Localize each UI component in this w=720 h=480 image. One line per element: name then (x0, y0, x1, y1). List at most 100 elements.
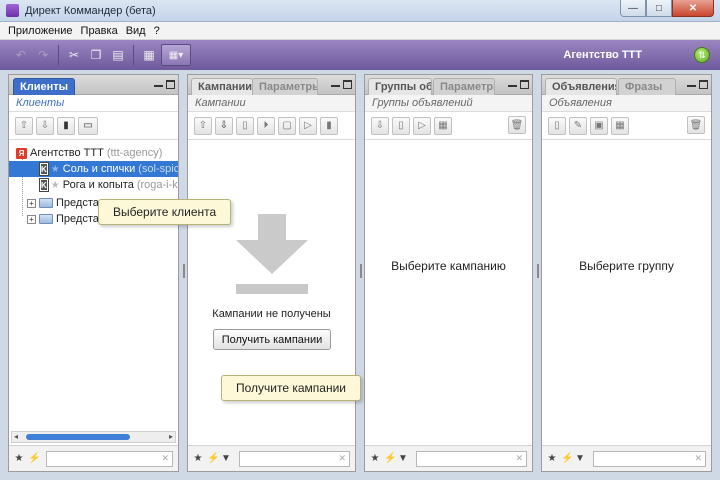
get-campaigns-button[interactable]: Получить кампании (213, 329, 331, 350)
campaigns-search-input[interactable]: ✕ (239, 450, 350, 467)
delete-icon[interactable]: 🗑 (508, 116, 526, 134)
clients-panel: Клиенты Клиенты ⇧ ⇩ ▮ ▭ Я Агентство ТТТ … (8, 74, 179, 472)
redo-icon[interactable]: ↷ (32, 44, 54, 66)
tab-phrases[interactable]: Фразы (618, 78, 676, 95)
panel-minimize-icon[interactable] (508, 80, 517, 87)
tree-node-agency[interactable]: Я Агентство ТТТ (ttt-agency) (9, 145, 178, 161)
campaigns-panel-header: Кампании Параметры (188, 75, 355, 95)
menu-view[interactable]: Вид (122, 25, 150, 37)
download-icon[interactable]: ⇩ (215, 116, 233, 135)
lightning-filter-icon[interactable]: ⚡ (28, 453, 40, 464)
ads-body: Выберите группу (542, 142, 711, 445)
download-icon[interactable]: ⇩ (36, 116, 54, 135)
lightning-filter-icon[interactable]: ⚡ (384, 453, 396, 464)
document-icon[interactable]: ▯ (548, 116, 566, 135)
stop-icon[interactable]: ▢ (278, 116, 296, 135)
favorite-filter-icon[interactable]: ★ (193, 453, 203, 464)
filter-icon[interactable]: ▼ (398, 453, 408, 464)
tab-campaigns[interactable]: Кампании (191, 78, 253, 95)
panel-minimize-icon[interactable] (687, 80, 696, 87)
panel-maximize-icon[interactable] (343, 80, 352, 89)
groups-toolbar: ⇩ ▯ ▷ ▦ 🗑 (365, 112, 532, 140)
favorite-filter-icon[interactable]: ★ (547, 453, 557, 464)
panel-minimize-icon[interactable] (154, 80, 163, 87)
tab-parameters[interactable]: Параметры (433, 78, 495, 95)
scroll-right-icon[interactable]: ▸ (169, 432, 173, 441)
toolbar-separator (58, 45, 59, 65)
scroll-left-icon[interactable]: ◂ (14, 432, 18, 441)
close-button[interactable]: ✕ (672, 0, 714, 17)
document-icon[interactable]: ▯ (392, 116, 410, 135)
download-tray-icon (236, 284, 308, 294)
clear-search-icon[interactable]: ✕ (694, 453, 702, 464)
client-login: (sol-spich (138, 163, 178, 175)
menu-bar: Приложение Правка Вид ? (0, 22, 720, 40)
delete-icon[interactable]: 🗑 (687, 116, 705, 134)
stats-icon[interactable]: ▮ (57, 116, 75, 135)
scrollbar-thumb[interactable] (26, 434, 130, 440)
menu-application[interactable]: Приложение (4, 25, 77, 37)
client-label: Соль и спички (62, 163, 136, 175)
cut-icon[interactable]: ✂ (63, 44, 85, 66)
minimize-button[interactable]: — (620, 0, 646, 17)
client-label: Рога и копыта (62, 179, 134, 191)
paste-icon[interactable]: ▤ (107, 44, 129, 66)
tree-node-client-selected[interactable]: K ★ Соль и спички (sol-spich (9, 161, 178, 177)
client-k-icon: K (39, 178, 49, 192)
ads-search-input[interactable]: ✕ (593, 450, 706, 467)
no-campaigns-text: Кампании не получены (212, 308, 331, 320)
clear-search-icon[interactable]: ✕ (161, 453, 169, 464)
network-status-icon[interactable]: ⇅ (694, 47, 710, 63)
groups-search-input[interactable]: ✕ (416, 450, 527, 467)
tab-clients[interactable]: Клиенты (13, 78, 75, 95)
favorite-filter-icon[interactable]: ★ (14, 453, 24, 464)
document-icon[interactable]: ▯ (236, 116, 254, 135)
play-icon[interactable]: ▷ (413, 116, 431, 135)
layout-dropdown-icon[interactable]: ▦▾ (161, 44, 191, 66)
clients-footer: ★ ⚡ ✕ (9, 445, 178, 471)
panel-maximize-icon[interactable] (520, 80, 529, 89)
image-icon[interactable]: ▣ (590, 116, 608, 135)
copy-icon[interactable]: ❐ (85, 44, 107, 66)
window-title: Директ Коммандер (бета) (25, 4, 156, 17)
favorite-filter-icon[interactable]: ★ (370, 453, 380, 464)
undo-icon[interactable]: ↶ (10, 44, 32, 66)
play-pause-icon[interactable]: ⏵ (257, 116, 275, 135)
upload-icon[interactable]: ⇧ (194, 116, 212, 135)
menu-edit[interactable]: Правка (77, 25, 122, 37)
edit-icon[interactable]: ✎ (569, 116, 587, 135)
ads-panel: Объявления Фразы Объявления ▯ ✎ ▣ ▦ 🗑 Вы… (541, 74, 712, 472)
tree-node-client[interactable]: K ★ Рога и копыта (roga-i-ko (9, 177, 178, 193)
horizontal-scrollbar[interactable]: ◂ ▸ (11, 431, 176, 443)
filter-icon[interactable]: ▼ (575, 453, 585, 464)
table-icon[interactable]: ▦ (434, 116, 452, 135)
groups-footer: ★ ⚡ ▼ ✕ (365, 445, 532, 471)
clients-subtitle: Клиенты (9, 95, 178, 112)
campaigns-subtitle: Кампании (188, 95, 355, 112)
campaigns-footer: ★ ⚡ ▼ ✕ (188, 445, 355, 471)
tab-ad-groups[interactable]: Группы об... (368, 78, 432, 95)
tab-parameters[interactable]: Параметры (252, 78, 318, 95)
lightning-filter-icon[interactable]: ⚡ (207, 453, 219, 464)
panel-minimize-icon[interactable] (331, 80, 340, 87)
table-view-icon[interactable]: ▦ (138, 44, 160, 66)
lightning-filter-icon[interactable]: ⚡ (561, 453, 573, 464)
panel-maximize-icon[interactable] (699, 80, 708, 89)
clients-search-input[interactable]: ✕ (46, 450, 173, 467)
filter-icon[interactable]: ▼ (221, 453, 231, 464)
table-icon[interactable]: ▦ (611, 116, 629, 135)
tab-ads[interactable]: Объявления (545, 78, 617, 95)
clear-search-icon[interactable]: ✕ (515, 453, 523, 464)
upload-icon[interactable]: ⇧ (15, 116, 33, 135)
play-icon[interactable]: ▷ (299, 116, 317, 135)
groups-subtitle: Группы объявлений (365, 95, 532, 112)
menu-help[interactable]: ? (150, 25, 164, 37)
clear-search-icon[interactable]: ✕ (338, 453, 346, 464)
download-icon[interactable]: ⇩ (371, 116, 389, 135)
expand-icon[interactable]: + (27, 214, 36, 224)
stats-icon[interactable]: ▮ (320, 116, 338, 135)
battery-icon[interactable]: ▭ (78, 116, 98, 135)
expand-icon[interactable]: + (27, 198, 36, 208)
panel-maximize-icon[interactable] (166, 80, 175, 89)
maximize-button[interactable]: □ (646, 0, 672, 17)
